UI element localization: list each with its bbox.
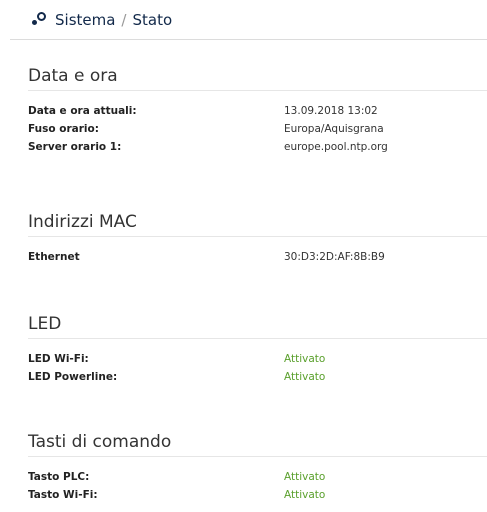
section-divider [28,338,487,339]
info-label: Ethernet [28,251,80,263]
info-label: Server orario 1: [28,141,122,153]
breadcrumb-status: Stato [132,10,173,29]
section-divider [28,90,487,91]
info-row-led-powerline: LED Powerline: Attivato [28,368,487,386]
breadcrumb: Sistema / Stato [55,11,172,29]
breadcrumb-separator: / [121,10,127,29]
info-label: Tasto Wi-Fi: [28,489,98,501]
status-enabled: Attivato [284,489,326,501]
section-mac-addresses: Indirizzi MAC Ethernet 30:D3:2D:AF:8B:B9 [28,210,487,266]
info-label: Tasto PLC: [28,471,90,483]
info-label: Fuso orario: [28,123,99,135]
breadcrumb-system[interactable]: Sistema [55,11,115,29]
info-value: Europa/Aquisgrana [284,123,384,135]
info-value: europe.pool.ntp.org [284,141,388,153]
info-row-current-date-time: Data e ora attuali: 13.09.2018 13:02 [28,102,487,120]
page-header: Sistema / Stato [10,0,487,40]
info-row-wifi-button: Tasto Wi-Fi: Attivato [28,486,487,504]
section-control-buttons: Tasti di comando Tasto PLC: Attivato Tas… [28,430,487,504]
section-title: Tasti di comando [28,432,172,452]
section-divider [28,236,487,237]
info-value: 13.09.2018 13:02 [284,105,378,117]
status-enabled: Attivato [284,371,326,383]
section-title: Data e ora [28,66,118,86]
section-led: LED LED Wi-Fi: Attivato LED Powerline: A… [28,312,487,386]
info-row-timezone: Fuso orario: Europa/Aquisgrana [28,120,487,138]
info-row-led-wifi: LED Wi-Fi: Attivato [28,350,487,368]
info-label: LED Powerline: [28,371,118,383]
section-title: LED [28,314,62,334]
section-date-time: Data e ora Data e ora attuali: 13.09.201… [28,64,487,156]
info-row-time-server: Server orario 1: europe.pool.ntp.org [28,138,487,156]
info-row-plc-button: Tasto PLC: Attivato [28,468,487,486]
info-label: Data e ora attuali: [28,105,137,117]
info-row-ethernet: Ethernet 30:D3:2D:AF:8B:B9 [28,248,487,266]
section-divider [28,456,487,457]
status-enabled: Attivato [284,353,326,365]
info-label: LED Wi-Fi: [28,353,89,365]
section-title: Indirizzi MAC [28,212,137,232]
status-enabled: Attivato [284,471,326,483]
info-value: 30:D3:2D:AF:8B:B9 [284,251,385,263]
devolo-logo-icon [32,11,48,27]
